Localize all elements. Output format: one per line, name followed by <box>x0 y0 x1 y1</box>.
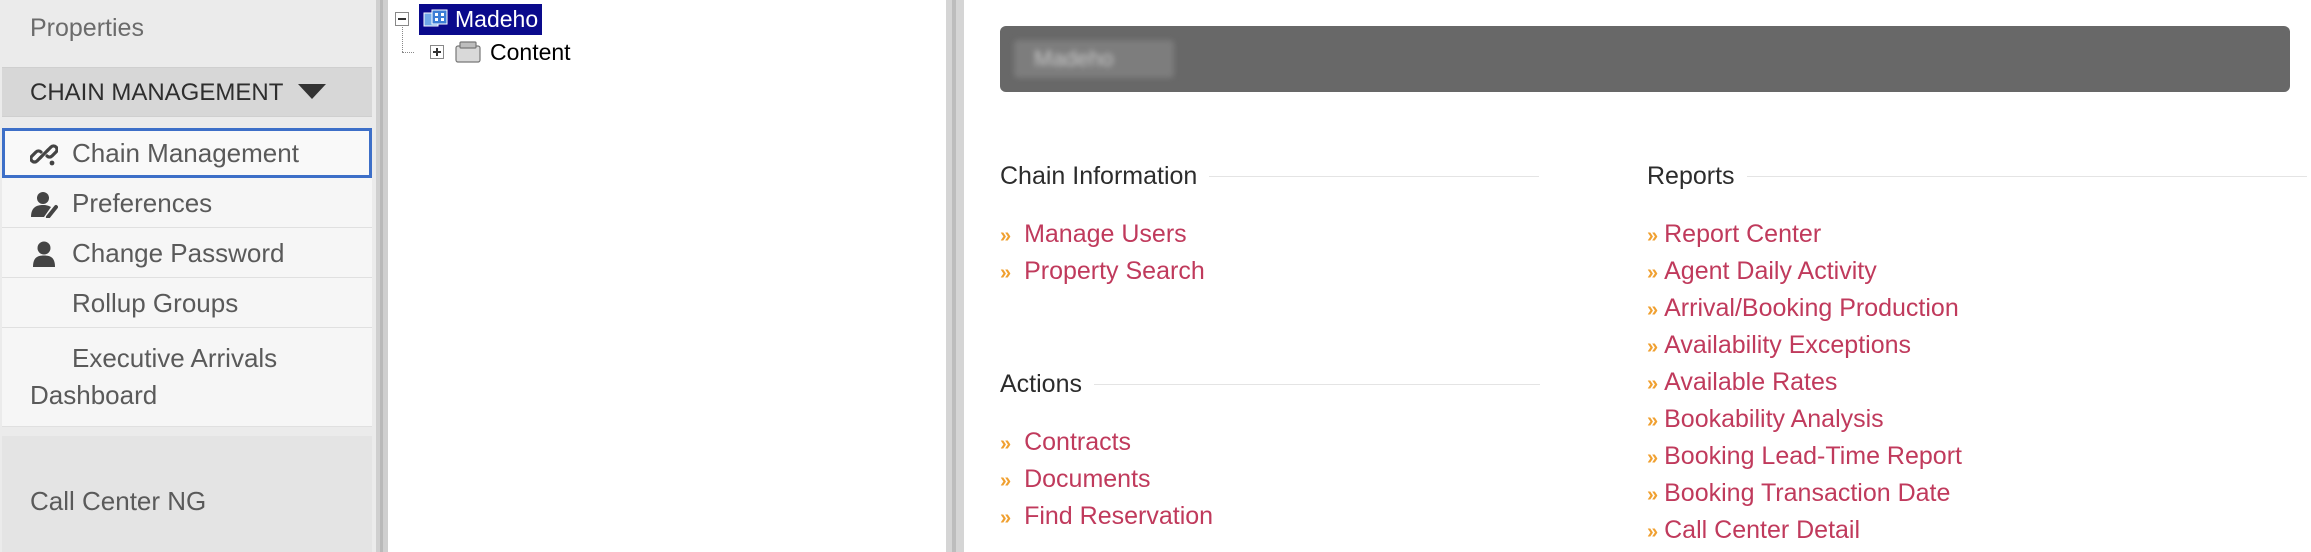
reports-links: » Report Center » Agent Daily Activity » Ar… <box>1647 216 1962 549</box>
documents-link[interactable]: Documents <box>1024 465 1150 493</box>
call-center-detail-link[interactable]: Call Center Detail <box>1664 516 1860 544</box>
bullet-icon: » <box>1647 299 1659 321</box>
caret-down-icon <box>297 84 326 100</box>
availability-exceptions-link[interactable]: Availability Exceptions <box>1664 331 1911 359</box>
bullet-icon: » <box>1647 410 1659 432</box>
bullet-icon: » <box>1647 447 1659 469</box>
folder-icon <box>455 41 481 63</box>
tree-node-content-label: Content <box>490 38 571 65</box>
sidebar-menu: Chain Management Preferences Change Pass… <box>2 128 372 427</box>
sidebar: Properties CHAIN MANAGEMENT Chain Manage… <box>0 0 378 552</box>
chain-information-title: Chain Information <box>1000 162 1198 190</box>
bullet-icon: » <box>1000 433 1012 455</box>
tree-splitter[interactable] <box>946 0 964 552</box>
booking-transaction-date-link[interactable]: Booking Transaction Date <box>1664 479 1950 507</box>
sidebar-item-rollup-groups[interactable]: Rollup Groups <box>2 278 372 328</box>
tree-pane: Madeho Content <box>388 0 948 552</box>
list-item: » Contracts <box>1000 424 1213 461</box>
list-item: » Bookability Analysis <box>1647 401 1962 438</box>
reports-heading: Reports <box>1647 162 2307 191</box>
tree-node-root-label: Madeho <box>455 5 539 32</box>
main-pane: Madeho Chain Information » Manage Users … <box>964 0 2311 552</box>
bookability-analysis-link[interactable]: Bookability Analysis <box>1664 405 1884 433</box>
report-center-link[interactable]: Report Center <box>1664 220 1821 248</box>
sidebar-item-executive-arrivals-dashboard[interactable]: Executive Arrivals Dashboard <box>2 328 372 427</box>
list-item: » Manage Users <box>1000 216 1205 253</box>
link-icon <box>30 144 58 166</box>
sidebar-splitter[interactable] <box>376 0 388 552</box>
bullet-icon: » <box>1000 225 1012 247</box>
list-item: » Booking Lead-Time Report <box>1647 438 1962 475</box>
sidebar-item-preferences[interactable]: Preferences <box>2 178 372 228</box>
sidebar-item-label: Change Password <box>72 238 285 268</box>
reports-title: Reports <box>1647 162 1735 190</box>
list-item: » Property Search <box>1000 253 1205 290</box>
sidebar-item-label: Chain Management <box>72 138 299 168</box>
list-item: » Call Center Detail <box>1647 512 1962 549</box>
actions-links: » Contracts » Documents » Find Reservati… <box>1000 424 1213 535</box>
available-rates-link[interactable]: Available Rates <box>1664 368 1837 396</box>
contracts-link[interactable]: Contracts <box>1024 428 1131 456</box>
sidebar-item-chain-management[interactable]: Chain Management <box>2 128 372 178</box>
list-item: » Availability Exceptions <box>1647 327 1962 364</box>
sidebar-properties[interactable]: Properties <box>0 0 372 56</box>
sidebar-call-center-ng[interactable]: Call Center NG <box>2 436 372 552</box>
list-item: » Available Rates <box>1647 364 1962 401</box>
list-item: » Agent Daily Activity <box>1647 253 1962 290</box>
bullet-icon: » <box>1647 373 1659 395</box>
bullet-icon: » <box>1647 521 1659 543</box>
bullet-icon: » <box>1647 336 1659 358</box>
sidebar-item-change-password[interactable]: Change Password <box>2 228 372 278</box>
user-settings-icon <box>31 192 58 218</box>
sidebar-item-label: Rollup Groups <box>72 288 239 318</box>
expand-icon[interactable] <box>430 45 444 59</box>
chain-information-links: » Manage Users » Property Search <box>1000 216 1205 290</box>
sidebar-item-label: Executive Arrivals Dashboard <box>30 343 278 410</box>
banner-title-redacted: Madeho <box>1014 40 1174 78</box>
manage-users-link[interactable]: Manage Users <box>1024 220 1187 248</box>
actions-heading: Actions <box>1000 370 1540 399</box>
sidebar-item-label: Preferences <box>72 188 213 218</box>
bullet-icon: » <box>1000 470 1012 492</box>
collapse-icon[interactable] <box>395 12 409 26</box>
chain-icon <box>423 9 448 27</box>
bullet-icon: » <box>1000 507 1012 529</box>
bullet-icon: » <box>1647 262 1659 284</box>
list-item: » Booking Transaction Date <box>1647 475 1962 512</box>
list-item: » Find Reservation <box>1000 498 1213 535</box>
chain-information-heading: Chain Information <box>1000 162 1540 191</box>
property-search-link[interactable]: Property Search <box>1024 257 1205 285</box>
list-item: » Report Center <box>1647 216 1962 253</box>
bullet-icon: » <box>1647 225 1659 247</box>
user-icon <box>33 241 55 267</box>
arrival-booking-production-link[interactable]: Arrival/Booking Production <box>1664 294 1959 322</box>
actions-title: Actions <box>1000 370 1082 398</box>
bullet-icon: » <box>1647 484 1659 506</box>
agent-daily-activity-link[interactable]: Agent Daily Activity <box>1664 257 1877 285</box>
list-item: » Arrival/Booking Production <box>1647 290 1962 327</box>
tree-node-content[interactable]: Content <box>430 37 571 67</box>
tree-node-root[interactable]: Madeho <box>395 3 543 35</box>
find-reservation-link[interactable]: Find Reservation <box>1024 502 1213 530</box>
chain-management-dropdown[interactable]: CHAIN MANAGEMENT <box>2 67 372 117</box>
chain-management-header-label: CHAIN MANAGEMENT <box>30 79 283 106</box>
tree-node-root-selected[interactable]: Madeho <box>419 3 543 35</box>
bullet-icon: » <box>1000 262 1012 284</box>
booking-lead-time-report-link[interactable]: Booking Lead-Time Report <box>1664 442 1962 470</box>
property-banner: Madeho <box>1000 26 2290 92</box>
list-item: » Documents <box>1000 461 1213 498</box>
